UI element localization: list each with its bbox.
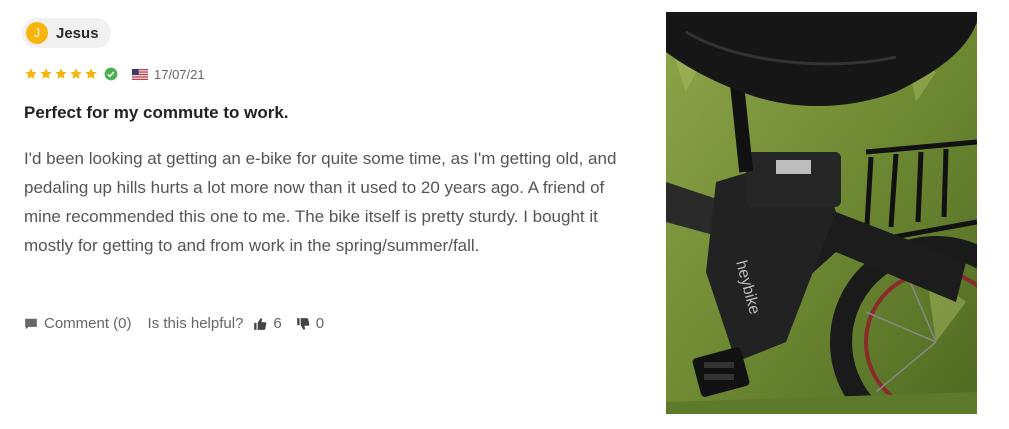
verified-check-icon [104, 67, 118, 81]
comment-button[interactable]: Comment (0) [24, 315, 132, 332]
thumbs-up-icon [254, 317, 267, 330]
upvote-count: 6 [273, 315, 282, 332]
comment-icon [25, 318, 37, 329]
star-icon [25, 68, 37, 79]
thumbs-down-icon [296, 317, 310, 330]
star-icon [55, 68, 67, 79]
comment-label: Comment (0) [44, 315, 132, 332]
review-body: I'd been looking at getting an e-bike fo… [24, 149, 617, 255]
author-chip: J Jesus [22, 18, 111, 48]
review-actions: Comment (0) Is this helpful? 6 0 [24, 315, 338, 332]
thumbs-up-button[interactable]: 6 [253, 315, 282, 332]
star-icon [70, 68, 82, 79]
thumbs-down-button[interactable]: 0 [296, 315, 324, 332]
review-title: Perfect for my commute to work. [24, 103, 289, 122]
review-meta: 17/07/21 [24, 64, 205, 84]
us-flag-icon [132, 68, 148, 80]
star-rating [24, 67, 98, 81]
helpful-label: Is this helpful? [147, 315, 244, 332]
star-icon [40, 68, 52, 79]
avatar: J [26, 22, 48, 44]
review-date: 17/07/21 [154, 66, 205, 82]
star-icon [85, 68, 97, 79]
author-name: Jesus [56, 24, 99, 42]
review-photo[interactable]: heybike [666, 12, 977, 414]
downvote-count: 0 [315, 315, 325, 332]
